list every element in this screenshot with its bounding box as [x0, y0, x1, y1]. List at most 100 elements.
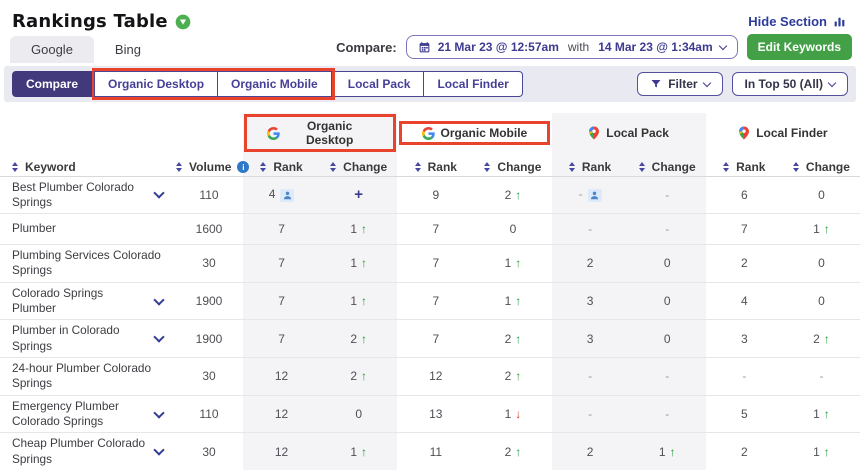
hide-section-link[interactable]: Hide Section — [748, 14, 846, 29]
rank-cell: - — [706, 358, 783, 396]
rank-cell: 7 — [397, 282, 474, 320]
tab-google[interactable]: Google — [10, 36, 94, 63]
change-cell: 0 — [629, 282, 706, 320]
group-header-organic-desktop: Organic Desktop — [243, 113, 397, 153]
rank-cell: 12 — [243, 433, 320, 470]
expand-chevron-icon[interactable] — [153, 407, 164, 418]
expand-chevron-icon[interactable] — [153, 294, 164, 305]
change-cell: 2↑ — [783, 320, 860, 358]
column-header-rank-local-finder[interactable]: Rank — [706, 153, 783, 176]
rank-cell: 2 — [706, 433, 783, 470]
change-cell: 0 — [783, 245, 860, 283]
keyword-cell: Plumber — [0, 214, 175, 245]
table-row: Plumber160071↑70--71↑ — [0, 214, 860, 245]
up-arrow-icon: ↑ — [361, 294, 367, 308]
bar-chart-icon — [833, 15, 846, 28]
up-arrow-icon: ↑ — [515, 256, 521, 270]
keyword-cell: 24-hour Plumber Colorado Springs — [0, 358, 175, 396]
change-cell: - — [629, 395, 706, 433]
change-cell: + — [320, 176, 397, 214]
change-cell: 1↑ — [474, 282, 551, 320]
column-header-rank-organic-desktop[interactable]: Rank — [243, 153, 320, 176]
google-g-icon — [422, 127, 435, 140]
local-finder-view-button[interactable]: Local Finder — [423, 71, 522, 97]
local-pack-view-button[interactable]: Local Pack — [334, 71, 425, 97]
organic-desktop-view-button[interactable]: Organic Desktop — [94, 71, 218, 97]
rank-cell: 5 — [706, 395, 783, 433]
highlight-box: Organic Mobile — [399, 121, 551, 145]
compare-date-to: 14 Mar 23 @ 1:34am — [598, 40, 712, 54]
calendar-icon — [418, 41, 431, 54]
change-cell: 1↑ — [320, 245, 397, 283]
keyword-label: Plumber — [12, 221, 56, 236]
column-header-rank-local-pack[interactable]: Rank — [552, 153, 629, 176]
change-cell: 0 — [629, 320, 706, 358]
table-tools: Filter In Top 50 (All) — [637, 72, 848, 96]
rank-cell: 12 — [397, 358, 474, 396]
change-cell: 0 — [474, 214, 551, 245]
rank-cell: 13 — [397, 395, 474, 433]
change-cell: 1↑ — [783, 395, 860, 433]
expand-chevron-icon[interactable] — [153, 332, 164, 343]
keyword-label: Emergency Plumber Colorado Springs — [12, 399, 149, 430]
expand-chevron-icon[interactable] — [153, 445, 164, 456]
compare-view-button[interactable]: Compare — [12, 71, 92, 97]
rank-cell: 3 — [552, 320, 629, 358]
column-header-change-organic-mobile[interactable]: Change — [474, 153, 551, 176]
change-cell: - — [629, 358, 706, 396]
up-arrow-icon: ↑ — [515, 369, 521, 383]
rank-cell: 12 — [243, 358, 320, 396]
column-header-volume[interactable]: Volumei — [175, 153, 243, 176]
group-header-local-finder: Local Finder — [706, 113, 860, 153]
up-arrow-icon: ↑ — [824, 407, 830, 421]
sort-icon — [330, 162, 336, 172]
column-header-keyword[interactable]: Keyword — [0, 153, 175, 176]
keyword-label: 24-hour Plumber Colorado Springs — [12, 361, 165, 392]
column-header-rank-organic-mobile[interactable]: Rank — [397, 153, 474, 176]
change-cell: 2↑ — [320, 358, 397, 396]
column-header-change-local-finder[interactable]: Change — [783, 153, 860, 176]
change-cell: 0 — [783, 176, 860, 214]
change-cell: 1↑ — [320, 214, 397, 245]
volume-cell: 30 — [175, 358, 243, 396]
funnel-icon — [650, 78, 662, 90]
rank-cell: 9 — [397, 176, 474, 214]
column-header-change-organic-desktop[interactable]: Change — [320, 153, 397, 176]
organic-mobile-view-button[interactable]: Organic Mobile — [217, 71, 332, 97]
column-header-change-local-pack[interactable]: Change — [629, 153, 706, 176]
top-rank-filter-dropdown[interactable]: In Top 50 (All) — [732, 72, 848, 96]
tab-bing[interactable]: Bing — [94, 36, 162, 63]
expand-chevron-icon[interactable] — [153, 188, 164, 199]
change-cell: 1↓ — [474, 395, 551, 433]
volume-cell: 1900 — [175, 320, 243, 358]
keyword-cell: Colorado Springs Plumber — [0, 282, 175, 320]
down-arrow-icon: ↓ — [515, 407, 521, 421]
table-row: Cheap Plumber Colorado Springs30121↑112↑… — [0, 433, 860, 470]
keyword-cell: Plumber in Colorado Springs — [0, 320, 175, 358]
change-cell: 2↑ — [474, 358, 551, 396]
person-indicator-icon — [588, 189, 602, 202]
rank-cell: - — [552, 176, 629, 214]
highlight-box: Organic Desktop — [244, 114, 396, 152]
up-arrow-icon: ↑ — [361, 332, 367, 346]
change-cell: 0 — [783, 282, 860, 320]
info-icon[interactable]: i — [237, 161, 249, 173]
rank-cell: 7 — [243, 245, 320, 283]
highlight-box-toolbar: Organic Desktop Organic Mobile — [92, 68, 335, 100]
keyword-label: Colorado Springs Plumber — [12, 286, 149, 317]
sort-icon — [415, 162, 421, 172]
date-range-picker[interactable]: 21 Mar 23 @ 12:57am with 14 Mar 23 @ 1:3… — [406, 35, 738, 59]
group-header-local-pack: Local Pack — [552, 113, 706, 153]
sort-icon — [484, 162, 490, 172]
rank-cell: 3 — [552, 282, 629, 320]
change-cell: 2↑ — [474, 176, 551, 214]
change-cell: 0 — [320, 395, 397, 433]
google-g-icon — [267, 127, 280, 140]
change-cell: 2↑ — [474, 433, 551, 470]
volume-cell: 110 — [175, 176, 243, 214]
edit-keywords-button[interactable]: Edit Keywords — [747, 34, 852, 60]
search-engine-tabs: Google Bing — [10, 36, 162, 63]
table-row: 24-hour Plumber Colorado Springs30122↑12… — [0, 358, 860, 396]
with-label: with — [566, 40, 591, 54]
filter-dropdown[interactable]: Filter — [637, 72, 722, 96]
